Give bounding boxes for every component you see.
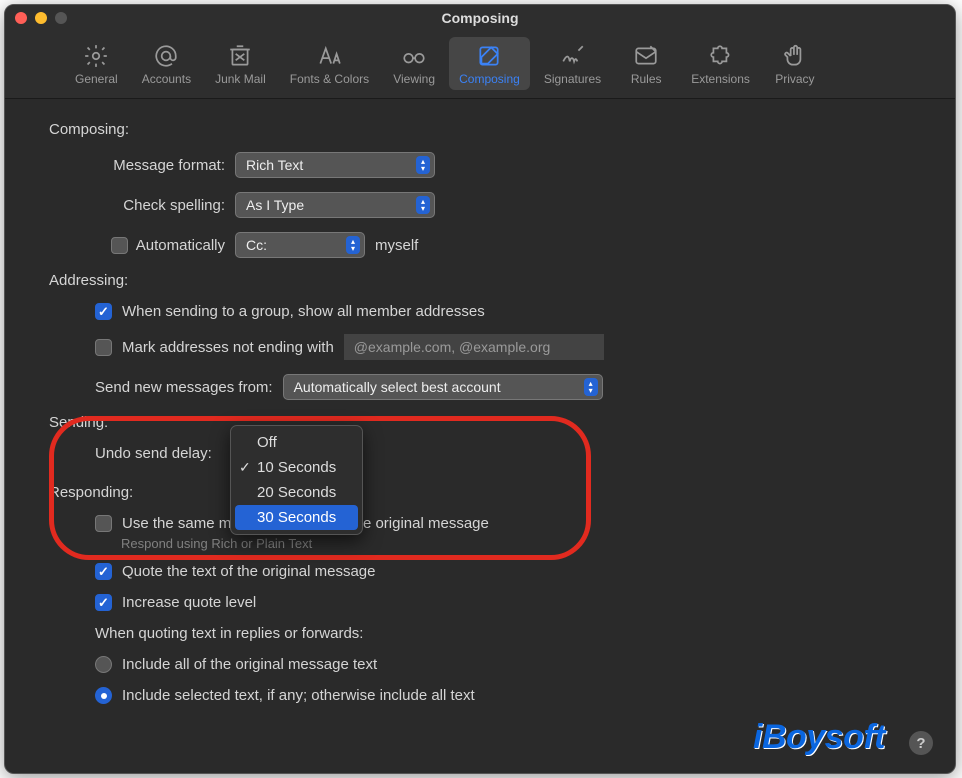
dropdown-item-20s[interactable]: 20 Seconds [231,480,362,505]
field-placeholder: @example.com, @example.org [354,339,551,355]
auto-cc-suffix: myself [375,237,418,254]
watermark-brand: iBoysoft [753,718,885,757]
when-quoting-label: When quoting text in replies or forwards… [95,625,363,642]
quote-text-label: Quote the text of the original message [122,563,375,580]
tab-label: Signatures [544,72,601,86]
select-value: Rich Text [246,157,303,173]
include-selected-label: Include selected text, if any; otherwise… [122,687,475,704]
tab-signatures[interactable]: Signatures [534,37,611,90]
stepper-icon [416,196,430,214]
select-value: As I Type [246,197,304,213]
tab-label: Rules [631,72,662,86]
tab-extensions[interactable]: Extensions [681,37,760,90]
rules-icon [633,43,659,69]
mark-addresses-checkbox[interactable] [95,339,112,356]
stepper-icon [416,156,430,174]
send-from-label: Send new messages from: [95,379,273,396]
increase-quote-label: Increase quote level [122,594,256,611]
tab-label: Accounts [142,72,191,86]
gear-icon [83,43,109,69]
stepper-icon [346,236,360,254]
include-selected-radio[interactable] [95,687,112,704]
tab-label: Composing [459,72,520,86]
composing-section-title: Composing: [49,121,911,138]
undo-send-label: Undo send delay: [95,445,212,462]
dropdown-item-off[interactable]: Off [231,430,362,455]
tab-general[interactable]: General [65,37,128,90]
group-addresses-checkbox[interactable] [95,303,112,320]
preferences-window: Composing General Accounts Junk Mail Fon… [4,4,956,774]
quote-text-checkbox[interactable] [95,563,112,580]
at-icon [153,43,179,69]
addressing-section-title: Addressing: [49,272,911,289]
responding-section-title: Responding: [49,484,911,501]
titlebar: Composing [5,5,955,31]
check-spelling-select[interactable]: As I Type [235,192,435,218]
tab-label: Fonts & Colors [290,72,369,86]
select-value: Cc: [246,237,267,253]
increase-quote-checkbox[interactable] [95,594,112,611]
signature-icon [560,43,586,69]
message-format-select[interactable]: Rich Text [235,152,435,178]
tab-rules[interactable]: Rules [615,37,677,90]
include-all-radio[interactable] [95,656,112,673]
compose-icon [476,43,502,69]
check-spelling-label: Check spelling: [95,197,225,214]
tab-fonts-colors[interactable]: Fonts & Colors [280,37,379,90]
tab-viewing[interactable]: Viewing [383,37,445,90]
prefs-toolbar: General Accounts Junk Mail Fonts & Color… [5,31,955,99]
send-from-select[interactable]: Automatically select best account [283,374,603,400]
tab-label: General [75,72,118,86]
glasses-icon [401,43,427,69]
undo-send-dropdown: Off 10 Seconds 20 Seconds 30 Seconds [230,425,363,535]
dropdown-item-30s[interactable]: 30 Seconds [235,505,358,530]
tab-junk-mail[interactable]: Junk Mail [205,37,276,90]
content-area: Composing: Message format: Rich Text Che… [5,99,955,740]
tab-label: Extensions [691,72,750,86]
select-value: Automatically select best account [294,379,501,395]
puzzle-icon [708,43,734,69]
tab-privacy[interactable]: Privacy [764,37,826,90]
dropdown-item-10s[interactable]: 10 Seconds [231,455,362,480]
mark-addresses-label: Mark addresses not ending with [122,339,334,356]
same-format-subtext: Respond using Rich or Plain Text [49,536,911,551]
stepper-icon [584,378,598,396]
tab-accounts[interactable]: Accounts [132,37,201,90]
tab-label: Viewing [393,72,435,86]
sending-section-title: Sending: [49,414,911,431]
auto-cc-checkbox[interactable] [111,237,128,254]
trash-icon [227,43,253,69]
window-title: Composing [5,10,955,26]
tab-label: Privacy [775,72,814,86]
same-format-checkbox[interactable] [95,515,112,532]
mark-addresses-field[interactable]: @example.com, @example.org [344,334,604,360]
font-icon [316,43,342,69]
tab-label: Junk Mail [215,72,266,86]
hand-icon [782,43,808,69]
message-format-label: Message format: [95,157,225,174]
auto-cc-select[interactable]: Cc: [235,232,365,258]
tab-composing[interactable]: Composing [449,37,530,90]
include-all-label: Include all of the original message text [122,656,377,673]
auto-cc-label: Automatically [136,237,225,254]
help-button[interactable]: ? [909,731,933,755]
group-addresses-label: When sending to a group, show all member… [122,303,485,320]
